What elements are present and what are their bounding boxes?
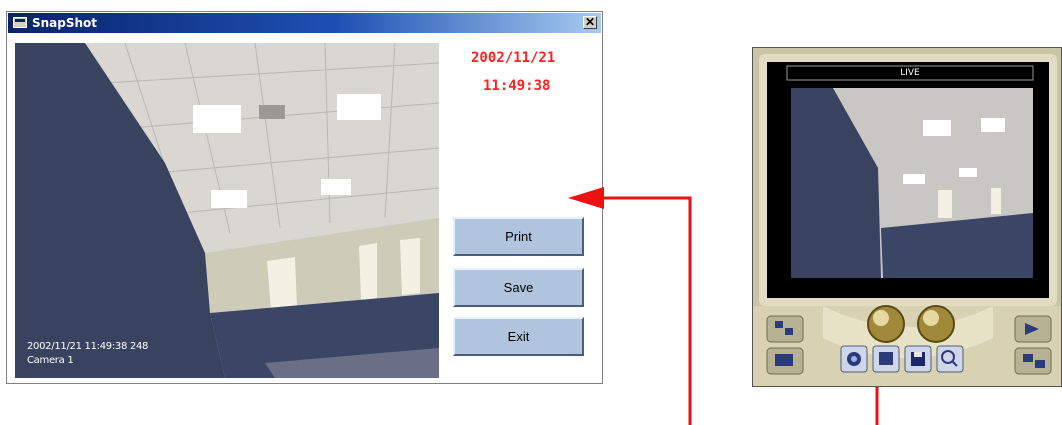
camera-record-icon bbox=[766, 347, 804, 375]
arrow-line-to-dialog bbox=[600, 196, 692, 425]
layout-icon bbox=[766, 315, 804, 343]
image-icon bbox=[872, 345, 900, 373]
live-viewer: LIVE bbox=[752, 47, 1062, 387]
next-camera-icon bbox=[1014, 315, 1052, 343]
arrow-head bbox=[568, 187, 604, 209]
snapshot-icon bbox=[840, 345, 868, 373]
save-disk-icon bbox=[904, 345, 932, 373]
viewer-panel bbox=[753, 48, 1061, 386]
zoom-icon bbox=[936, 345, 964, 373]
live-label: LIVE bbox=[900, 68, 920, 78]
swap-icon bbox=[1014, 347, 1052, 375]
